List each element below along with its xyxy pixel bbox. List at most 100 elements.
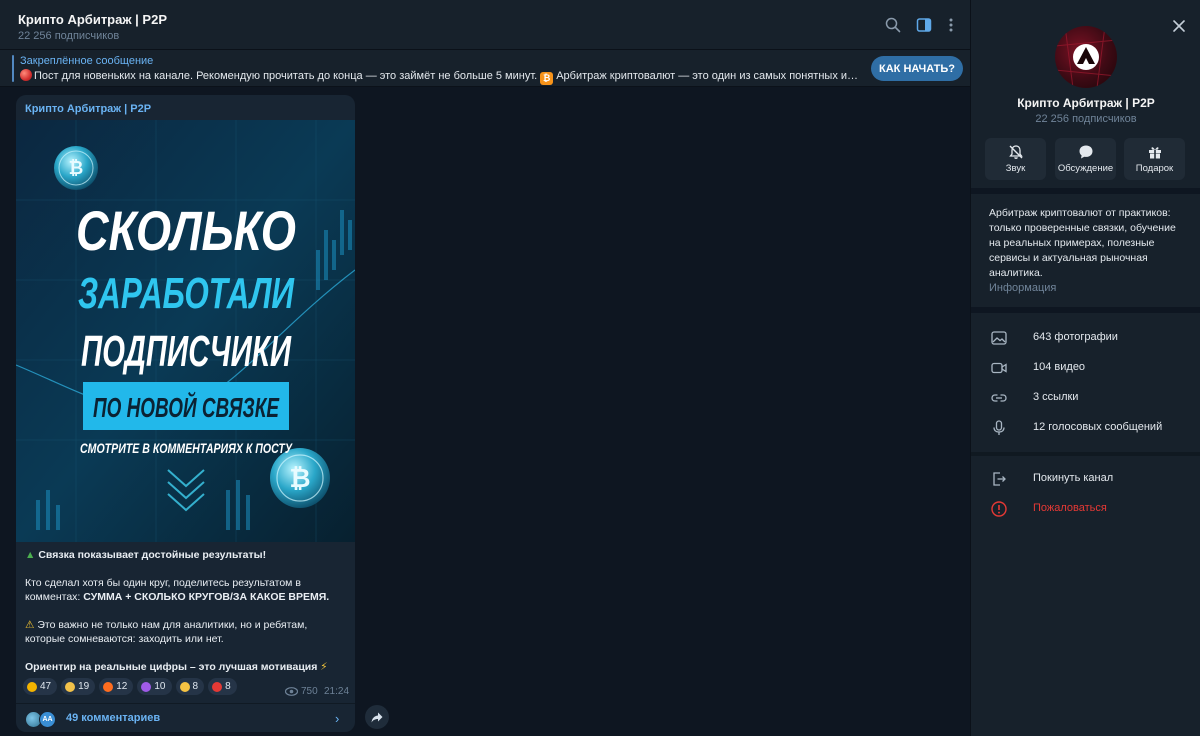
message-paragraph-3: Это важно не только нам для аналитики, н… <box>25 619 308 645</box>
photos-row[interactable]: 643 фотографии <box>971 325 1200 351</box>
exit-icon <box>990 470 1008 488</box>
tree-emoji-icon: ▲ <box>25 549 36 561</box>
post-image[interactable]: ₿ ₿ СКОЛЬКО ЗАРАБОТАЛИ ПОДПИСЧИКИ ПО НОВ… <box>16 120 355 542</box>
ok-hand-icon <box>65 681 76 692</box>
more-menu-icon[interactable] <box>942 16 960 34</box>
discussion-label: Обсуждение <box>1057 163 1114 174</box>
leave-channel-label: Покинуть канал <box>1033 472 1114 484</box>
pinned-text: Пост для новеньких на канале. Рекомендую… <box>20 69 860 85</box>
warning-icon: ⚠ <box>25 619 35 631</box>
post-image-artwork: ₿ ₿ СКОЛЬКО ЗАРАБОТАЛИ ПОДПИСЧИКИ ПО НОВ… <box>16 120 355 542</box>
link-icon <box>990 389 1008 407</box>
mute-label: Звук <box>1005 163 1026 174</box>
reaction-devil[interactable]: 10 <box>137 678 172 695</box>
hundred-icon <box>212 681 223 692</box>
chat-title[interactable]: Крипто Арбитраж | P2P <box>18 12 167 27</box>
chat-subscribers: 22 256 подписчиков <box>18 30 120 42</box>
gift-icon <box>1124 144 1185 160</box>
chat-header[interactable]: Крипто Арбитраж | P2P 22 256 подписчиков <box>0 0 970 50</box>
reaction-count: 10 <box>154 681 166 692</box>
gift-button[interactable]: Подарок <box>1124 138 1185 180</box>
poster-line-1: СКОЛЬКО <box>76 199 296 262</box>
reaction-fire[interactable]: 12 <box>99 678 134 695</box>
report-row[interactable]: Пожаловаться <box>971 496 1200 522</box>
comments-count[interactable]: 49 комментариев <box>66 712 160 724</box>
message-text: ▲ Связка показывает достойные результаты… <box>25 548 345 688</box>
panel-channel-title: Крипто Арбитраж | P2P <box>1017 96 1155 110</box>
message-time: 21:24 <box>324 686 350 697</box>
mute-bell-icon <box>985 144 1046 160</box>
links-label: 3 ссылки <box>1033 391 1079 403</box>
divider <box>971 452 1200 456</box>
message-author[interactable]: Крипто Арбитраж | P2P <box>25 103 151 115</box>
message-paragraph-4: Ориентир на реальные цифры – это лучшая … <box>25 661 318 673</box>
poster-line-2: ЗАРАБОТАЛИ <box>78 269 295 318</box>
leave-channel-row[interactable]: Покинуть канал <box>971 466 1200 492</box>
how-to-start-button[interactable]: КАК НАЧАТЬ? <box>871 56 963 81</box>
divider <box>971 307 1200 313</box>
poster-line-5: СМОТРИТЕ В КОММЕНТАРИЯХ К ПОСТУ <box>80 440 293 456</box>
chat-bubble-icon <box>1055 144 1116 160</box>
reaction-hundred[interactable]: 8 <box>208 678 237 695</box>
pinned-text-part1: Пост для новеньких на канале. Рекомендую… <box>34 70 538 82</box>
photos-label: 643 фотографии <box>1033 331 1118 343</box>
voice-row[interactable]: 12 голосовых сообщений <box>971 415 1200 441</box>
red-dot-icon <box>20 69 32 81</box>
reaction-count: 19 <box>78 681 90 692</box>
channel-logo <box>1055 26 1117 88</box>
commenter-avatar-initials: AA <box>39 711 56 728</box>
message-paragraph-1: Связка показывает достойные результаты! <box>38 549 267 561</box>
pinned-label: Закреплённое сообщение <box>20 55 154 67</box>
sidebar-toggle-icon[interactable] <box>915 16 933 34</box>
channel-info-panel: Крипто Арбитраж | P2P 22 256 подписчиков… <box>970 0 1200 736</box>
gift-label: Подарок <box>1135 163 1174 174</box>
thumbs-up-icon <box>27 681 37 692</box>
bitcoin-icon: ₿ <box>540 72 554 85</box>
reaction-ok-hand[interactable]: 19 <box>61 678 96 695</box>
chat-area: Крипто Арбитраж | P2P 22 256 подписчиков… <box>0 0 970 736</box>
reaction-count: 8 <box>192 681 199 692</box>
fire-icon <box>103 681 114 692</box>
close-icon[interactable] <box>1171 18 1187 34</box>
views-value: 750 <box>301 686 318 697</box>
reaction-count: 8 <box>225 681 231 692</box>
message-bubble[interactable]: Крипто Арбитраж | P2P ₿ ₿ СКОЛЬКО ЗАРАБО… <box>16 95 355 732</box>
heart-eyes-icon <box>179 681 190 692</box>
reaction-heart-eyes[interactable]: 8 <box>175 678 205 695</box>
channel-description: Арбитраж криптовалют от практиков: тольк… <box>989 207 1176 279</box>
channel-avatar[interactable] <box>1055 26 1117 88</box>
forward-button[interactable] <box>365 705 389 729</box>
views-count: 750 <box>285 686 318 697</box>
reaction-count: 47 <box>40 681 52 692</box>
poster-line-3: ПОДПИСЧИКИ <box>81 327 292 376</box>
svg-text:₿: ₿ <box>69 158 84 178</box>
devil-icon <box>141 681 152 692</box>
search-icon[interactable] <box>884 16 902 34</box>
reaction-count: 12 <box>116 681 128 692</box>
discussion-button[interactable]: Обсуждение <box>1055 138 1116 180</box>
description-label: Информация <box>989 282 1057 294</box>
message-paragraph-2-bold: СУММА + СКОЛЬКО КРУГОВ/ЗА КАКОЕ ВРЕМЯ. <box>83 591 330 603</box>
reaction-thumbs-up[interactable]: 47 <box>23 678 58 695</box>
panel-subscribers: 22 256 подписчиков <box>1035 113 1137 125</box>
poster-line-4: ПО НОВОЙ СВЯЗКЕ <box>93 391 280 423</box>
report-label: Пожаловаться <box>1033 502 1107 514</box>
pinned-message[interactable]: Закреплённое сообщение Пост для новеньки… <box>0 50 970 87</box>
mute-button[interactable]: Звук <box>985 138 1046 180</box>
links-row[interactable]: 3 ссылки <box>971 385 1200 411</box>
forward-icon <box>371 712 383 722</box>
comments-button[interactable]: AA 49 комментариев › <box>16 703 355 732</box>
pinned-accent-bar <box>12 55 14 82</box>
voice-label: 12 голосовых сообщений <box>1033 421 1163 433</box>
svg-text:₿: ₿ <box>289 463 310 493</box>
photo-icon <box>990 329 1008 347</box>
pinned-text-part2: Арбитраж криптовалют — это один из самых… <box>556 70 860 82</box>
video-icon <box>990 359 1008 377</box>
reactions-bar: 47 19 12 10 8 8 <box>23 678 237 695</box>
eye-icon <box>285 687 298 696</box>
videos-row[interactable]: 104 видео <box>971 355 1200 381</box>
divider <box>971 188 1200 194</box>
chevron-right-icon: › <box>335 711 340 726</box>
report-icon <box>990 500 1008 518</box>
lightning-icon: ⚡ <box>320 661 328 673</box>
